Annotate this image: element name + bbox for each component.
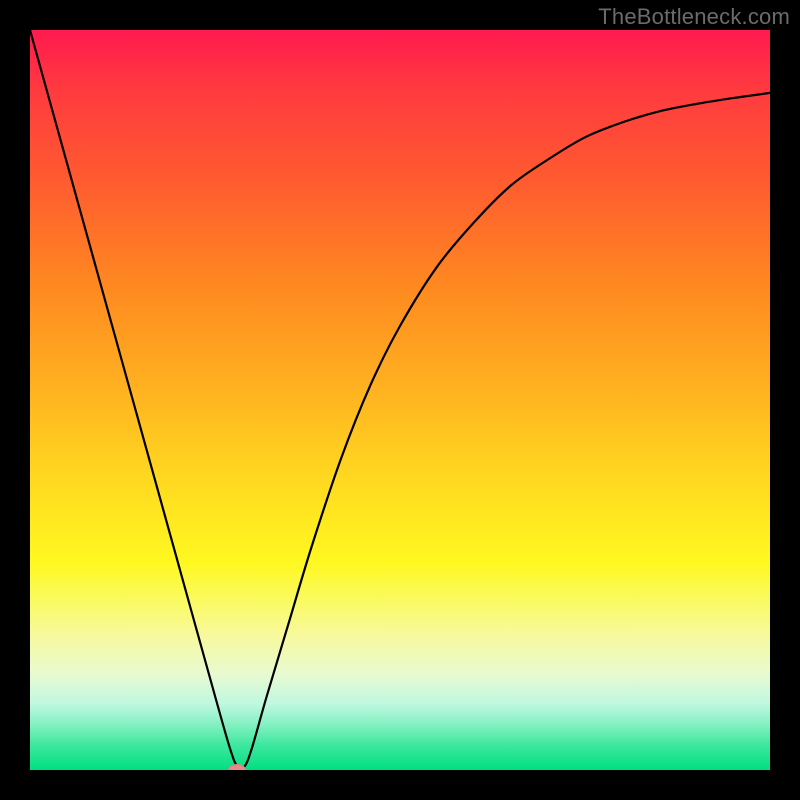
minimum-marker (228, 764, 246, 770)
chart-frame: TheBottleneck.com (0, 0, 800, 800)
watermark-text: TheBottleneck.com (598, 4, 790, 30)
bottleneck-curve (30, 30, 770, 770)
plot-area (30, 30, 770, 770)
